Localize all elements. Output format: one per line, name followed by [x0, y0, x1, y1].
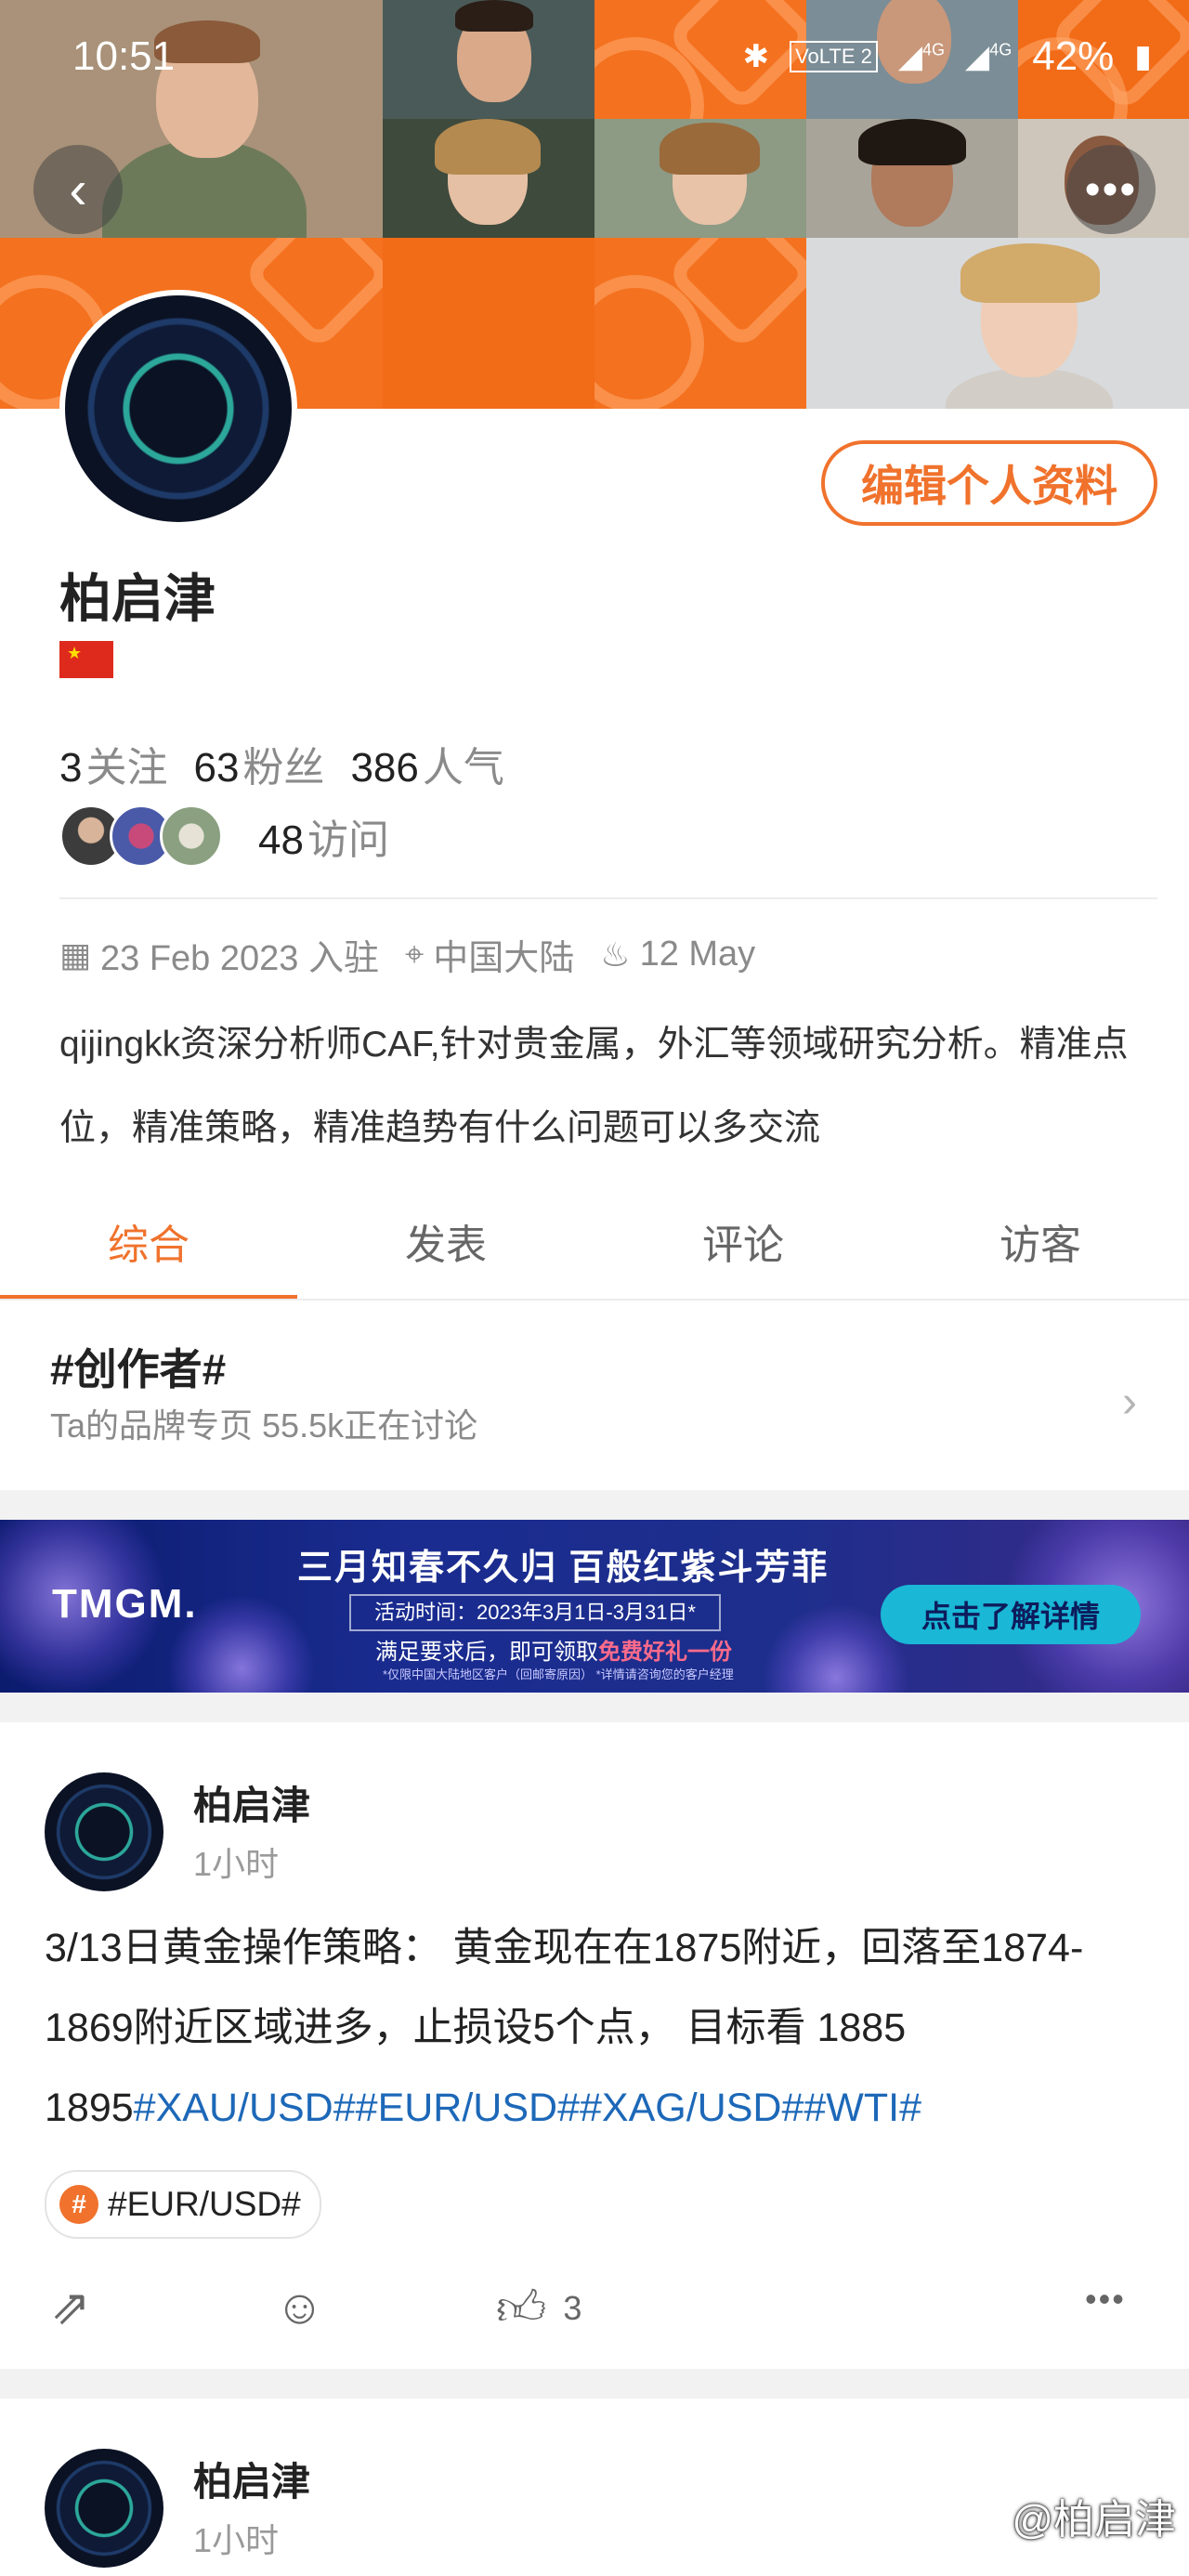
location-pin-icon: ⌖ [404, 935, 425, 973]
post-author-name[interactable]: 柏启津 [193, 2451, 310, 2507]
tab-comments[interactable]: 评论 [594, 1198, 892, 1301]
birthday: ♨ 12 May [600, 935, 756, 974]
status-icons: ✱ VoLTE 2 ◢4G ◢4G 42% ▮ [743, 33, 1152, 80]
profile-bio: qijingkk资深分析师CAF,针对贵金属，外汇等领域研究分析。精准点位，精准… [59, 1025, 1129, 1148]
chevron-right-icon: › [1122, 1378, 1137, 1427]
visitor-avatar [160, 804, 223, 868]
back-button[interactable]: ‹ [33, 145, 123, 234]
ad-note: *仅限中国大陆地区客户（回邮寄原因） *详情请咨询您的客户经理 [383, 1667, 734, 1681]
signal-icon-2: ◢4G [965, 39, 1013, 74]
cake-icon: ♨ [600, 935, 631, 974]
like-button[interactable]: 👍︎ 3 [496, 2280, 581, 2337]
more-horizontal-icon: ••• [1084, 164, 1138, 215]
profile-name: 柏启津 [59, 569, 216, 628]
post-card[interactable]: 柏启津 1小时 3/13日黄金操作策略： 黄金现在在1875附近，回落至1874… [0, 1722, 1189, 2369]
cover-photo-8 [806, 238, 1189, 409]
more-horizontal-icon: ••• [1085, 2280, 1126, 2318]
status-bar: 10:51 ✱ VoLTE 2 ◢4G ◢4G 42% ▮ [0, 0, 1189, 111]
more-button[interactable]: ••• [1066, 145, 1156, 234]
post-card[interactable]: 柏启津 1小时 [0, 2399, 1189, 2576]
creator-topic-card[interactable]: #创作者# Ta的品牌专页 55.5k正在讨论 › [0, 1301, 1189, 1486]
bluetooth-icon: ✱ [742, 39, 770, 74]
ad-date: 活动时间：2023年3月1日-3月31日* [349, 1594, 721, 1631]
share-icon: ⇗ [50, 2281, 91, 2334]
like-count: 3 [563, 2289, 582, 2327]
status-time: 10:51 [72, 33, 176, 79]
chevron-left-icon: ‹ [69, 159, 87, 220]
tab-visitors[interactable]: 访客 [892, 1198, 1189, 1301]
post-more-button[interactable]: ••• [1085, 2280, 1126, 2319]
stat-popularity: 386人气 [350, 745, 504, 791]
post-hashtags[interactable]: #XAU/USD##EUR/USD##XAG/USD##WTI# [134, 2086, 921, 2130]
visits-count: 48访问 [258, 817, 389, 863]
cover-pattern-5 [594, 238, 806, 409]
profile-meta: ▦ 23 Feb 2023 入驻 ⌖ 中国大陆 ♨ 12 May [59, 929, 781, 980]
profile-tabs: 综合 发表 评论 访客 [0, 1198, 1189, 1301]
topic-tag[interactable]: # #EUR/USD# [45, 2170, 321, 2239]
watermark: @柏启津 [1012, 2497, 1176, 2543]
comment-icon: ☺ [275, 2281, 325, 2334]
ad-logo: TMGM. [52, 1581, 198, 1627]
comment-button[interactable]: ☺ [275, 2280, 324, 2335]
post-text: 3/13日黄金操作策略： 黄金现在在1875附近，回落至1874-1869附近区… [45, 1926, 1084, 2130]
profile-stats: 3关注 63粉丝 386人气 [59, 734, 504, 793]
battery-percent: 42% [1032, 33, 1115, 79]
post-author-avatar[interactable] [45, 2449, 163, 2568]
recent-visitors[interactable]: 48访问 [59, 804, 389, 868]
china-flag-icon: ★ [59, 641, 113, 678]
section-gap [0, 1693, 1189, 1722]
ad-headline: 三月知春不久归 百般红紫斗芳菲 [297, 1549, 830, 1588]
tab-posts[interactable]: 发表 [297, 1198, 594, 1301]
thumbs-up-icon: 👍︎ [496, 2282, 547, 2335]
section-gap [0, 2369, 1189, 2399]
battery-icon: ▮ [1134, 39, 1152, 74]
ad-offer: 满足要求后，即可领取免费好礼一份 [375, 1640, 732, 1665]
profile-avatar[interactable] [59, 290, 297, 528]
post-author-name[interactable]: 柏启津 [193, 1774, 310, 1831]
cover-pattern-4 [383, 238, 594, 409]
topic-title: #创作者# [50, 1345, 227, 1393]
topic-subtitle: Ta的品牌专页 55.5k正在讨论 [50, 1406, 478, 1445]
hashtag-icon: # [59, 2185, 98, 2224]
ad-cta-button[interactable]: 点击了解详情 [881, 1585, 1141, 1644]
signal-icon-1: ◢4G [897, 39, 946, 74]
post-time: 1小时 [193, 1845, 280, 1883]
tab-overview[interactable]: 综合 [0, 1198, 297, 1301]
cover-photo-6 [806, 119, 1018, 238]
share-button[interactable]: ⇗ [50, 2280, 91, 2335]
stat-followers[interactable]: 63粉丝 [193, 734, 324, 793]
cover-photo-4 [383, 119, 594, 238]
ad-banner[interactable]: TMGM. 三月知春不久归 百般红紫斗芳菲 活动时间：2023年3月1日-3月3… [0, 1520, 1189, 1693]
edit-profile-button[interactable]: 编辑个人资料 [821, 440, 1157, 526]
volte-icon: VoLTE 2 [790, 41, 878, 72]
post-author-avatar[interactable] [45, 1772, 163, 1891]
calendar-icon: ▦ [59, 935, 92, 974]
cover-photo-5 [594, 119, 806, 238]
divider [59, 897, 1157, 899]
section-gap [0, 1490, 1189, 1520]
post-time: 1小时 [193, 2521, 280, 2559]
stat-following[interactable]: 3关注 [59, 734, 167, 793]
joined-date: ▦ 23 Feb 2023 入驻 [59, 935, 379, 979]
location: ⌖ 中国大陆 [404, 935, 575, 978]
post-actions: ⇗ ☺ 👍︎ 3 ••• [0, 2270, 1189, 2345]
